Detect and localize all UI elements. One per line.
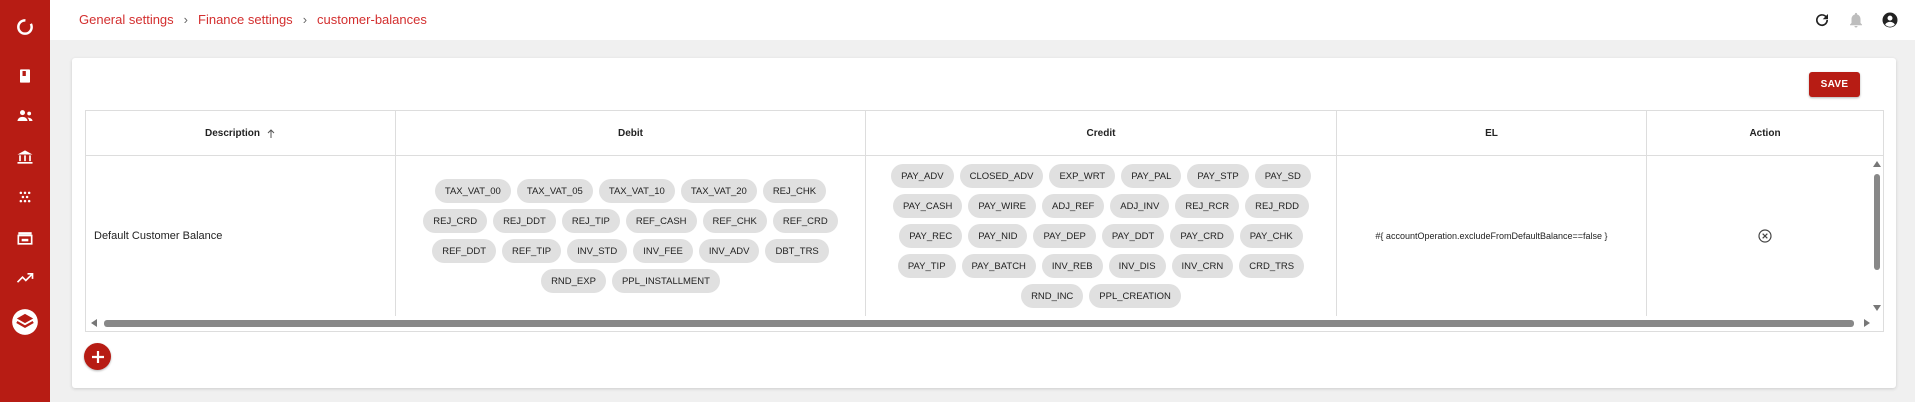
code-chip: PAY_BATCH <box>961 254 1036 278</box>
top-bar: General settings › Finance settings › cu… <box>50 0 1915 40</box>
code-chip: TAX_VAT_10 <box>598 179 675 203</box>
trending-up-icon[interactable] <box>0 263 50 293</box>
chevron-right-icon: › <box>183 12 189 27</box>
plus-icon <box>91 350 104 363</box>
customer-balances-card: SAVE Description Debit Credit EL Action … <box>72 58 1896 388</box>
breadcrumb-customer-balances[interactable]: customer-balances <box>317 12 427 27</box>
code-chip: PAY_CASH <box>893 194 963 218</box>
top-actions <box>1811 9 1901 31</box>
people-icon[interactable] <box>0 101 50 131</box>
breadcrumb-finance-settings[interactable]: Finance settings <box>198 12 293 27</box>
code-chip: INV_CRN <box>1171 254 1234 278</box>
code-chip: REJ_CHK <box>762 179 827 203</box>
code-chip: INV_FEE <box>633 239 693 263</box>
code-chip: REJ_RCR <box>1175 194 1240 218</box>
account-icon[interactable] <box>1879 9 1901 31</box>
action-cell <box>1647 156 1883 316</box>
refresh-icon[interactable] <box>1811 9 1833 31</box>
code-chip: PAY_DDT <box>1101 224 1165 248</box>
column-header-debit: Debit <box>396 111 866 156</box>
scroll-up-arrow-icon[interactable] <box>1873 161 1881 167</box>
code-chip: PPL_INSTALLMENT <box>611 269 720 293</box>
code-chip: REJ_RDD <box>1245 194 1309 218</box>
code-chip: REJ_DDT <box>493 209 556 233</box>
column-header-action: Action <box>1749 128 1781 139</box>
code-chip: PAY_DEP <box>1033 224 1096 248</box>
code-chip: INV_ADV <box>698 239 760 263</box>
code-chip: TAX_VAT_05 <box>516 179 593 203</box>
dots-grid-icon[interactable] <box>0 182 50 212</box>
code-chip: REJ_TIP <box>561 209 620 233</box>
code-chip: PAY_SD <box>1254 164 1311 188</box>
code-chip: REF_CRD <box>772 209 838 233</box>
bell-icon[interactable] <box>1845 9 1867 31</box>
code-chip: CRD_TRS <box>1239 254 1305 278</box>
table-header: Description Debit Credit EL Action <box>86 111 1883 156</box>
vertical-scroll-thumb[interactable] <box>1874 174 1880 270</box>
sidebar <box>0 0 50 402</box>
el-cell: #{ accountOperation.excludeFromDefaultBa… <box>1337 156 1647 316</box>
code-chip: PAY_CRD <box>1170 224 1234 248</box>
code-chip: REJ_CRD <box>423 209 488 233</box>
code-chip: DBT_TRS <box>765 239 829 263</box>
code-chip: REF_CASH <box>625 209 697 233</box>
code-chip: REF_TIP <box>502 239 562 263</box>
remove-circle-icon[interactable] <box>1757 228 1773 244</box>
description-cell: Default Customer Balance <box>86 156 396 316</box>
layers-icon[interactable] <box>0 305 50 339</box>
column-header-label: Description <box>204 128 260 139</box>
code-chip: REF_CHK <box>702 209 767 233</box>
code-chip: PAY_ADV <box>891 164 954 188</box>
book-icon[interactable] <box>0 61 50 91</box>
balances-table: Description Debit Credit EL Action Defau… <box>85 110 1884 332</box>
sort-arrow-up-icon[interactable] <box>266 128 276 139</box>
code-chip: INV_STD <box>567 239 628 263</box>
vertical-scrollbar[interactable] <box>1871 156 1883 316</box>
store-icon[interactable] <box>0 223 50 253</box>
scroll-right-arrow-icon[interactable] <box>1864 319 1870 327</box>
code-chip: TAX_VAT_00 <box>434 179 511 203</box>
save-button[interactable]: SAVE <box>1809 72 1860 97</box>
horizontal-scrollbar[interactable] <box>86 316 1873 331</box>
code-chip: PAY_TIP <box>897 254 956 278</box>
column-header-el: EL <box>1337 111 1647 156</box>
code-chip: PAY_WIRE <box>968 194 1037 218</box>
code-chip: RND_INC <box>1021 284 1084 308</box>
app-logo-icon[interactable] <box>0 12 50 42</box>
code-chip: PAY_NID <box>968 224 1028 248</box>
code-chip: EXP_WRT <box>1049 164 1116 188</box>
breadcrumb: General settings › Finance settings › cu… <box>79 12 427 27</box>
breadcrumb-general-settings[interactable]: General settings <box>79 12 174 27</box>
code-chip: PAY_CHK <box>1239 224 1303 248</box>
debit-cell: TAX_VAT_00 TAX_VAT_05 TAX_VAT_10 TAX_VAT_20… <box>396 156 866 316</box>
credit-cell: PAY_ADV CLOSED_ADV EXP_WRT PAY_PAL PAY_STP PA… <box>866 156 1337 316</box>
code-chip: ADJ_REF <box>1042 194 1105 218</box>
code-chip: REF_DDT <box>432 239 497 263</box>
horizontal-scroll-thumb[interactable] <box>104 320 1854 327</box>
code-chip: ADJ_INV <box>1110 194 1170 218</box>
code-chip: INV_DIS <box>1108 254 1166 278</box>
scroll-left-arrow-icon[interactable] <box>91 319 97 327</box>
code-chip: PAY_STP <box>1187 164 1249 188</box>
code-chip: PPL_CREATION <box>1089 284 1181 308</box>
scroll-down-arrow-icon[interactable] <box>1873 305 1881 311</box>
code-chip: TAX_VAT_20 <box>680 179 757 203</box>
bank-icon[interactable] <box>0 142 50 172</box>
add-row-button[interactable] <box>84 343 111 370</box>
credit-chip-list: PAY_ADV CLOSED_ADV EXP_WRT PAY_PAL PAY_STP PA… <box>866 164 1336 308</box>
column-header-description[interactable]: Description <box>86 111 396 156</box>
code-chip: CLOSED_ADV <box>959 164 1044 188</box>
debit-chip-list: TAX_VAT_00 TAX_VAT_05 TAX_VAT_10 TAX_VAT_20… <box>396 179 865 293</box>
column-header-credit: Credit <box>866 111 1337 156</box>
chevron-right-icon: › <box>302 12 308 27</box>
code-chip: PAY_REC <box>899 224 963 248</box>
code-chip: RND_EXP <box>541 269 606 293</box>
table-row: Default Customer Balance TAX_VAT_00 TAX_V… <box>86 156 1883 316</box>
code-chip: INV_REB <box>1041 254 1103 278</box>
code-chip: PAY_PAL <box>1121 164 1182 188</box>
